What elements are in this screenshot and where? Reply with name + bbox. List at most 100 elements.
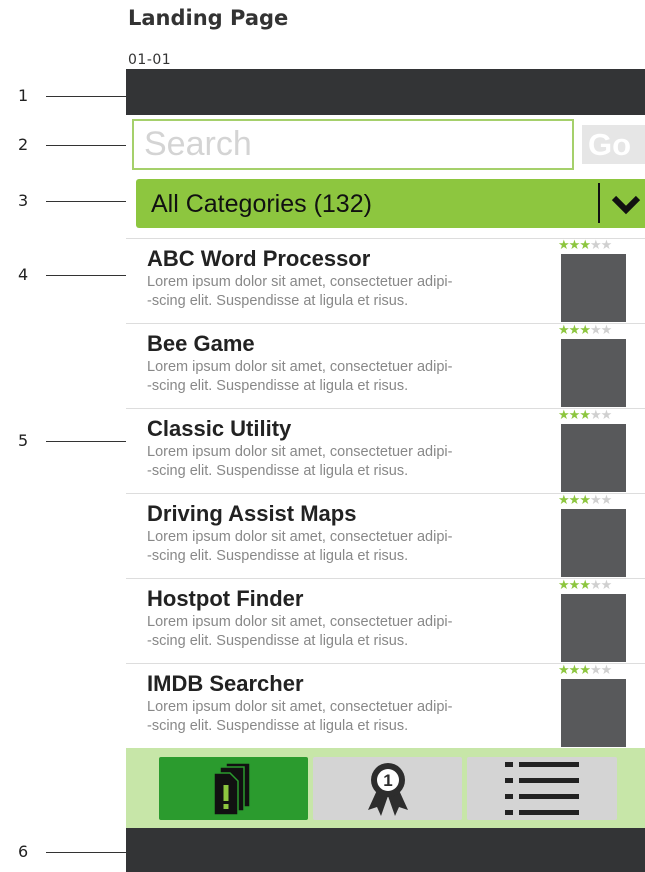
star-filled-icon: ★: [558, 408, 570, 423]
list-item[interactable]: IMDB Searcher Lorem ipsum dolor sit amet…: [126, 663, 645, 748]
app-description-line: Lorem ipsum dolor sit amet, consectetuer…: [147, 274, 453, 290]
app-thumbnail: [561, 339, 626, 407]
category-divider: [598, 183, 600, 223]
star-filled-icon: ★: [579, 323, 591, 338]
star-filled-icon: ★: [579, 408, 591, 423]
star-empty-icon: ★: [600, 663, 613, 678]
app-description-line: -scing elit. Suspendisse at ligula et ri…: [147, 633, 409, 649]
star-rating: ★★★★★: [558, 578, 613, 593]
app-description: Lorem ipsum dolor sit amet, consectetuer…: [147, 358, 547, 396]
nav-bar: [126, 828, 645, 872]
page-code: 01-01: [128, 52, 172, 68]
star-filled-icon: ★: [579, 238, 591, 253]
app-thumbnail: [561, 254, 626, 322]
list-item[interactable]: Driving Assist Maps Lorem ipsum dolor si…: [126, 493, 645, 578]
callout-number: 1: [18, 86, 29, 105]
app-description: Lorem ipsum dolor sit amet, consectetuer…: [147, 273, 547, 311]
star-filled-icon: ★: [558, 578, 570, 593]
app-description-line: -scing elit. Suspendisse at ligula et ri…: [147, 293, 409, 309]
list-item[interactable]: ABC Word Processor Lorem ipsum dolor sit…: [126, 238, 645, 323]
star-empty-icon: ★: [600, 493, 613, 508]
star-filled-icon: ★: [579, 663, 591, 678]
app-description-line: -scing elit. Suspendisse at ligula et ri…: [147, 548, 409, 564]
star-filled-icon: ★: [568, 323, 581, 338]
star-filled-icon: ★: [558, 238, 570, 253]
star-filled-icon: ★: [568, 578, 581, 593]
star-rating: ★★★★★: [558, 238, 613, 253]
app-thumbnail: [561, 679, 626, 747]
app-thumbnail: [561, 424, 626, 492]
app-title: ABC Word Processor: [147, 246, 371, 271]
page-title: Landing Page: [128, 6, 289, 30]
search-bar: Go: [126, 115, 645, 175]
star-filled-icon: ★: [558, 663, 570, 678]
star-filled-icon: ★: [568, 408, 581, 423]
callout-1: 1: [0, 86, 135, 106]
app-description-line: Lorem ipsum dolor sit amet, consectetuer…: [147, 444, 453, 460]
star-empty-icon: ★: [600, 323, 613, 338]
star-empty-icon: ★: [600, 578, 613, 593]
app-title: Hostpot Finder: [147, 586, 304, 611]
list-icon: [505, 761, 579, 815]
star-rating: ★★★★★: [558, 663, 613, 678]
app-thumbnail: [561, 594, 626, 662]
award-badge-number: 1: [383, 771, 392, 790]
star-empty-icon: ★: [589, 238, 602, 253]
callout-number: 6: [18, 842, 29, 861]
callout-line: [46, 441, 135, 442]
list-item[interactable]: Hostpot Finder Lorem ipsum dolor sit ame…: [126, 578, 645, 663]
app-description-line: -scing elit. Suspendisse at ligula et ri…: [147, 718, 409, 734]
star-rating: ★★★★★: [558, 323, 613, 338]
callout-line: [46, 275, 135, 276]
callout-number: 4: [18, 265, 29, 284]
star-filled-icon: ★: [579, 578, 591, 593]
award-ribbon-icon: 1: [367, 762, 408, 816]
status-bar: [126, 69, 645, 115]
app-title: Driving Assist Maps: [147, 501, 357, 526]
callout-line: [46, 852, 135, 853]
star-empty-icon: ★: [589, 663, 602, 678]
callout-2: 2: [0, 135, 135, 155]
app-description: Lorem ipsum dolor sit amet, consectetuer…: [147, 698, 547, 736]
app-description: Lorem ipsum dolor sit amet, consectetuer…: [147, 613, 547, 651]
tab-featured[interactable]: [159, 757, 308, 820]
star-filled-icon: ★: [568, 238, 581, 253]
tab-top-rated[interactable]: 1: [313, 757, 462, 820]
star-filled-icon: ★: [579, 493, 591, 508]
callout-number: 3: [18, 191, 29, 210]
app-description: Lorem ipsum dolor sit amet, consectetuer…: [147, 443, 547, 481]
callout-line: [46, 96, 135, 97]
star-rating: ★★★★★: [558, 408, 613, 423]
callout-3: 3: [0, 191, 135, 211]
star-empty-icon: ★: [589, 323, 602, 338]
app-description-line: Lorem ipsum dolor sit amet, consectetuer…: [147, 614, 453, 630]
callout-number: 5: [18, 431, 29, 450]
app-title: Bee Game: [147, 331, 255, 356]
star-filled-icon: ★: [558, 323, 570, 338]
app-description: Lorem ipsum dolor sit amet, consectetuer…: [147, 528, 547, 566]
callout-4: 4: [0, 265, 135, 285]
app-description-line: Lorem ipsum dolor sit amet, consectetuer…: [147, 359, 453, 375]
app-thumbnail: [561, 509, 626, 577]
callout-6: 6: [0, 842, 135, 862]
star-empty-icon: ★: [600, 238, 613, 253]
category-label: All Categories (132): [151, 190, 372, 218]
star-rating: ★★★★★: [558, 493, 613, 508]
callout-number: 2: [18, 135, 29, 154]
list-item[interactable]: Classic Utility Lorem ipsum dolor sit am…: [126, 408, 645, 493]
app-title: Classic Utility: [147, 416, 292, 441]
star-empty-icon: ★: [600, 408, 613, 423]
tab-list[interactable]: [467, 757, 617, 820]
star-filled-icon: ★: [568, 493, 581, 508]
app-description-line: -scing elit. Suspendisse at ligula et ri…: [147, 463, 409, 479]
star-empty-icon: ★: [589, 493, 602, 508]
star-empty-icon: ★: [589, 578, 602, 593]
list-item[interactable]: Bee Game Lorem ipsum dolor sit amet, con…: [126, 323, 645, 408]
chevron-down-icon: [611, 195, 641, 215]
app-description-line: Lorem ipsum dolor sit amet, consectetuer…: [147, 699, 453, 715]
go-button[interactable]: Go: [582, 125, 645, 164]
callout-line: [46, 201, 135, 202]
callout-5: 5: [0, 431, 135, 451]
search-input[interactable]: [132, 119, 574, 170]
category-dropdown[interactable]: All Categories (132): [136, 179, 645, 228]
